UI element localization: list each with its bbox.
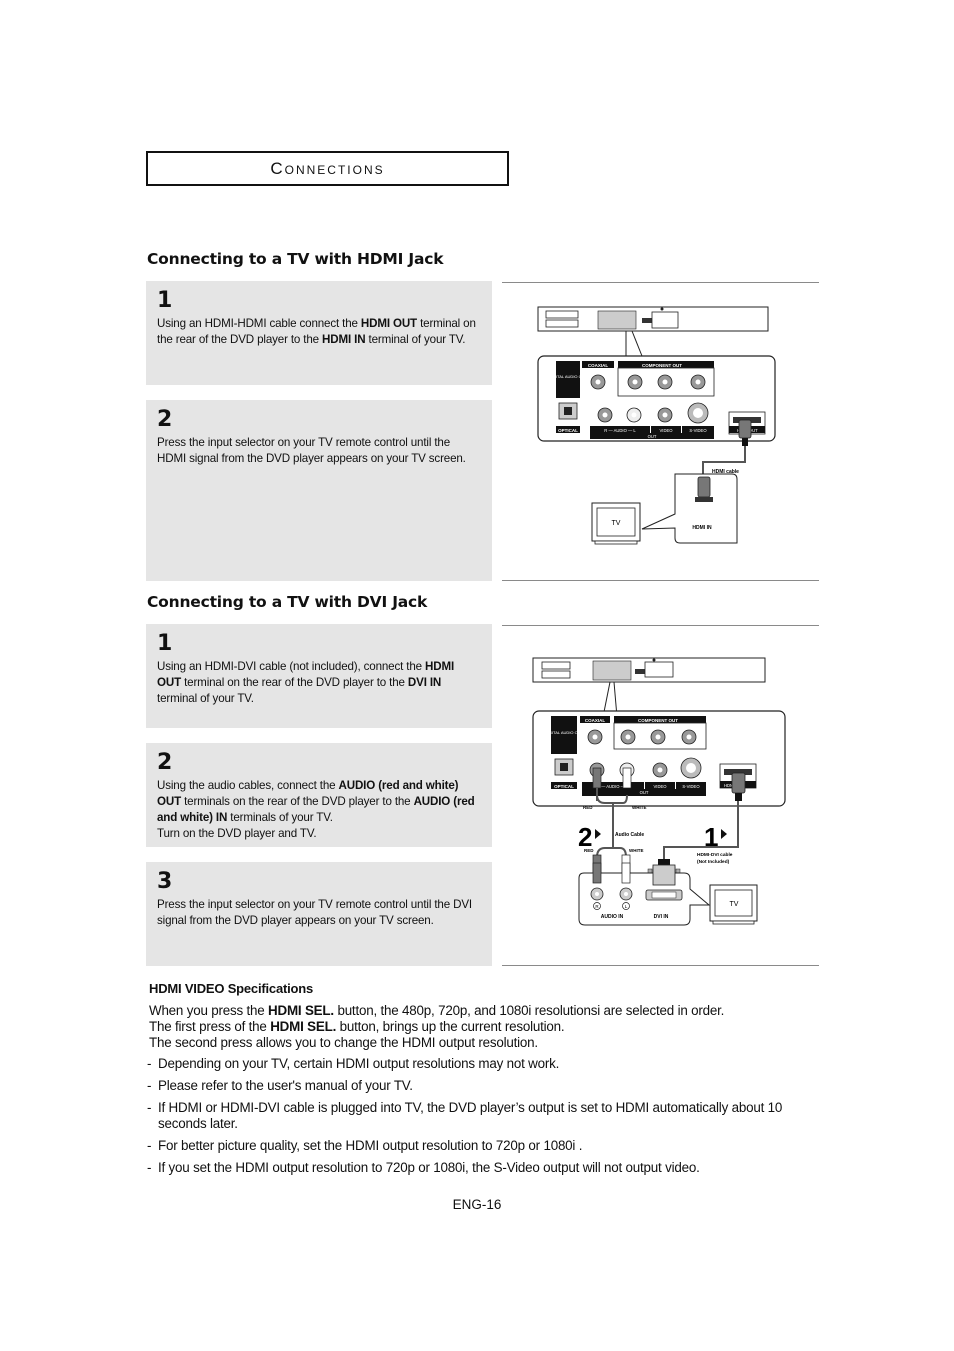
optical-label: OPTICAL <box>558 428 578 433</box>
step-number: 1 <box>157 288 173 313</box>
digital-audio-out-label: DIGITAL AUDIO OUT <box>545 730 584 735</box>
chapter-title: Connections <box>270 158 385 178</box>
coaxial-label: COAXIAL <box>588 363 609 368</box>
step-number: 2 <box>157 407 173 432</box>
hdmi-step-1: 1 Using an HDMI-HDMI cable connect the H… <box>146 281 492 385</box>
audio-cable-label: Audio Cable <box>615 832 644 838</box>
step-text: Press the input selector on your TV remo… <box>157 436 466 465</box>
dvi-section-heading: Connecting to a TV with DVI Jack <box>147 593 428 611</box>
white-label: WHITE <box>629 848 644 853</box>
bold-term: HDMI SEL. <box>268 1003 334 1018</box>
dvd-player-rear-icon <box>537 306 769 332</box>
digital-audio-out-label: DIGITAL AUDIO OUT <box>549 374 588 379</box>
step-text: Press the input selector on your TV remo… <box>157 898 472 927</box>
list-item: - Please refer to the user's manual of yo… <box>147 1078 413 1093</box>
divider <box>502 625 819 626</box>
list-item-text: If you set the HDMI output resolution to… <box>158 1160 700 1175</box>
audio-label: R — AUDIO — L <box>604 428 636 433</box>
step-2-marker: 2 <box>578 822 592 852</box>
specs-intro: When you press the HDMI SEL. button, the… <box>149 1003 829 1051</box>
list-item-text: Please refer to the user's manual of you… <box>158 1078 413 1093</box>
dvi-step-2: 2 Using the audio cables, connect the AU… <box>146 743 492 847</box>
not-included-label: (Not Included) <box>697 859 730 865</box>
divider <box>502 580 819 581</box>
bold-term: HDMI SEL. <box>270 1019 337 1034</box>
specs-intro-line: The first press of the HDMI SEL. button,… <box>149 1019 565 1034</box>
list-item-text: If HDMI or HDMI-DVI cable is plugged int… <box>158 1100 783 1131</box>
hdmi-connection-diagram: DIGITAL AUDIO OUT COAXIAL COMPONENT OUT … <box>537 306 776 545</box>
step-text: Using an HDMI-HDMI cable connect the HDM… <box>157 317 476 346</box>
list-item: - If you set the HDMI output resolution t… <box>147 1160 700 1175</box>
page-number: ENG-16 <box>452 1197 502 1212</box>
step-number: 2 <box>157 750 173 775</box>
coaxial-label: COAXIAL <box>585 718 606 723</box>
list-item-text: For better picture quality, set the HDMI… <box>158 1138 583 1153</box>
red-label: RED <box>583 805 593 810</box>
step-text: Using the audio cables, connect the AUDI… <box>157 779 475 840</box>
arrow-right-icon <box>721 829 727 839</box>
specs-intro-line: The second press allows you to change th… <box>149 1035 538 1050</box>
tv-label: TV <box>612 520 621 527</box>
video-label: VIDEO <box>653 784 667 789</box>
step-number: 1 <box>157 631 173 656</box>
dvi-connection-diagram: DIGITAL AUDIO OUT COAXIAL COMPONENT OUT … <box>532 657 786 926</box>
specs-title: HDMI VIDEO Specifications <box>149 981 314 996</box>
hdmi-dvi-cable-label: HDMI-DVI cable <box>697 852 733 858</box>
optical-label: OPTICAL <box>554 784 574 789</box>
dvi-step-1: 1 Using an HDMI-DVI cable (not included)… <box>146 624 492 728</box>
rear-panel-closeup: DIGITAL AUDIO OUT COAXIAL COMPONENT OUT … <box>532 710 786 807</box>
dvd-player-rear-icon <box>532 657 766 683</box>
audio-label: — AUDIO — <box>601 784 626 789</box>
arrow-right-icon <box>595 829 601 839</box>
out-label: OUT <box>640 790 649 795</box>
bold-term: HDMI IN <box>322 333 366 346</box>
list-item: - Depending on your TV, certain HDMI outp… <box>147 1056 560 1071</box>
step-number: 3 <box>157 869 173 894</box>
hdmi-in-label: HDMI IN <box>692 525 712 531</box>
list-item: - If HDMI or HDMI-DVI cable is plugged in… <box>147 1100 827 1132</box>
hdmi-section-heading: Connecting to a TV with HDMI Jack <box>147 250 444 268</box>
bold-term: AUDIO (red and white) IN <box>157 795 475 824</box>
audio-in-label: AUDIO IN <box>601 914 624 920</box>
out-label: OUT <box>648 434 657 439</box>
s-video-label: S-VIDEO <box>682 784 700 789</box>
step-text: Using an HDMI-DVI cable (not included), … <box>157 660 455 705</box>
bold-term: HDMI OUT <box>360 317 417 330</box>
component-out-label: COMPONENT OUT <box>638 718 678 723</box>
s-video-label: S-VIDEO <box>689 428 707 433</box>
list-item-text: Depending on your TV, certain HDMI outpu… <box>158 1056 560 1071</box>
dvi-in-label: DVI IN <box>654 914 669 920</box>
dvi-step-3: 3 Press the input selector on your TV re… <box>146 862 492 966</box>
hdmi-step-2: 2 Press the input selector on your TV re… <box>146 400 492 581</box>
component-out-label: COMPONENT OUT <box>642 363 682 368</box>
bold-term: DVI IN <box>407 676 442 689</box>
tv-label: TV <box>730 901 739 908</box>
chapter-header: Connections <box>146 151 509 186</box>
divider <box>502 282 819 283</box>
specs-intro-line: When you press the HDMI SEL. button, the… <box>149 1003 725 1018</box>
white-label: WHITE <box>632 805 647 810</box>
specs-bullet-list: - Depending on your TV, certain HDMI outp… <box>147 1056 827 1182</box>
list-item: - For better picture quality, set the HDM… <box>147 1138 583 1153</box>
divider <box>502 965 819 966</box>
video-label: VIDEO <box>659 428 673 433</box>
